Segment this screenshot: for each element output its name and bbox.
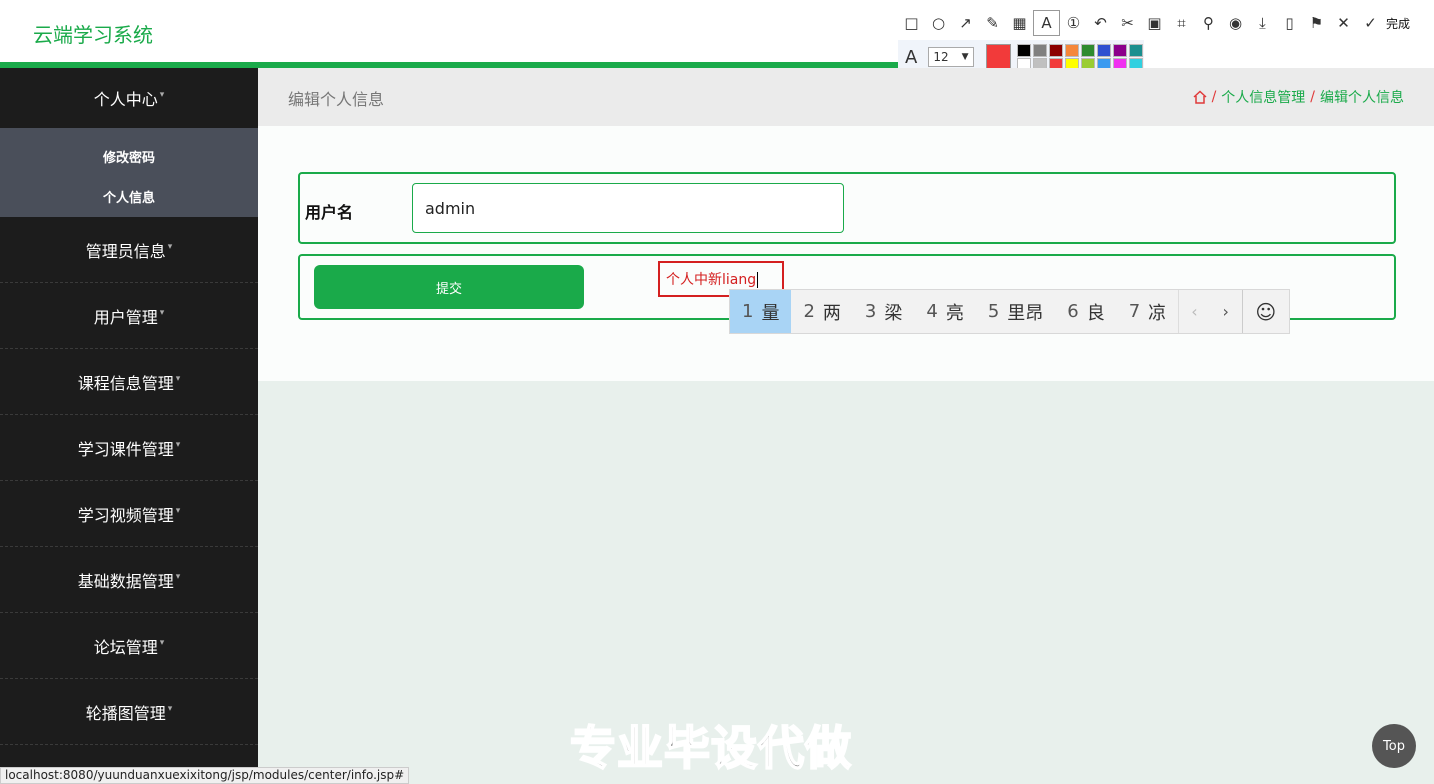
color-palette: [1017, 43, 1144, 71]
ime-candidate[interactable]: 1量: [730, 290, 792, 333]
ime-candidate[interactable]: 3梁: [853, 290, 914, 333]
ime-candidate[interactable]: 2两: [791, 290, 852, 333]
brand-title: 云端学习系统: [33, 23, 153, 47]
submenu-item-personal-info[interactable]: 个人信息: [0, 176, 258, 216]
mosaic-tool-icon[interactable]: ▦: [1006, 10, 1033, 36]
breadcrumb-item[interactable]: 个人信息管理: [1221, 87, 1305, 107]
sidebar-item-user-management[interactable]: 用户管理 ▾: [0, 283, 258, 349]
caret-icon: ▾: [175, 571, 181, 582]
color-swatch[interactable]: [1129, 43, 1143, 57]
record-icon[interactable]: ◉: [1222, 10, 1249, 36]
caret-icon: ▾: [175, 505, 181, 516]
ime-next-page-icon[interactable]: ›: [1210, 290, 1242, 333]
current-color-swatch[interactable]: [985, 44, 1011, 70]
breadcrumb-separator: /: [1211, 89, 1217, 105]
caret-icon: ▾: [167, 241, 173, 252]
pin-icon[interactable]: ⚲: [1195, 10, 1222, 36]
pen-tool-icon[interactable]: ✎: [979, 10, 1006, 36]
sidebar-item-admin-info[interactable]: 管理员信息 ▾: [0, 217, 258, 283]
color-swatch[interactable]: [1065, 43, 1079, 57]
cut-icon[interactable]: ✂: [1114, 10, 1141, 36]
font-size-select[interactable]: 12 ▼: [928, 47, 974, 67]
sidebar-item-carousel-management[interactable]: 轮播图管理 ▾: [0, 679, 258, 745]
scan-icon[interactable]: ⌗: [1168, 10, 1195, 36]
close-icon[interactable]: ✕: [1330, 10, 1357, 36]
submit-button[interactable]: 提交: [314, 265, 584, 309]
phone-icon[interactable]: ▯: [1276, 10, 1303, 36]
caret-icon: ▾: [159, 307, 165, 318]
sidebar-item-label: 个人中心: [93, 90, 158, 109]
font-icon: A: [905, 46, 918, 68]
ocr-icon[interactable]: ▣: [1141, 10, 1168, 36]
sidebar-item-label: 论坛管理: [93, 637, 158, 657]
color-swatch[interactable]: [1113, 43, 1127, 57]
submenu-item-change-password[interactable]: 修改密码: [0, 136, 258, 176]
number-tool-icon[interactable]: ①: [1060, 10, 1087, 36]
breadcrumb-separator: /: [1310, 89, 1315, 105]
download-icon[interactable]: ⤓: [1249, 10, 1276, 36]
undo-icon[interactable]: ↶: [1087, 10, 1114, 36]
sidebar-submenu: 修改密码 个人信息: [0, 128, 258, 217]
bookmark-icon[interactable]: ⚑: [1303, 10, 1330, 36]
sidebar-item-label: 管理员信息: [85, 241, 166, 261]
sidebar: 个人中心 ▾ 修改密码 个人信息 管理员信息 ▾ 用户管理 ▾ 课程信息管理 ▾ 学习课…: [0, 68, 258, 784]
sidebar-item-label: 学习课件管理: [77, 439, 174, 459]
username-label: 用户名: [305, 203, 354, 222]
annotation-text: 个人中新liang: [666, 272, 757, 288]
sidebar-item-label: 用户管理: [93, 307, 158, 327]
color-swatch[interactable]: [1017, 43, 1031, 57]
font-size-value: 12: [933, 50, 949, 64]
sidebar-item-label: 轮播图管理: [85, 703, 166, 723]
sidebar-item-label: 基础数据管理: [77, 571, 174, 591]
ime-prev-page-icon[interactable]: ‹: [1178, 290, 1210, 333]
sidebar-item-personal-center[interactable]: 个人中心 ▾: [0, 68, 258, 128]
breadcrumb: / 个人信息管理 / 编辑个人信息: [1193, 87, 1404, 107]
ime-candidate[interactable]: 7凉: [1117, 290, 1178, 333]
sidebar-item-forum-management[interactable]: 论坛管理 ▾: [0, 613, 258, 679]
caret-icon: ▾: [167, 703, 173, 714]
caret-icon: ▾: [159, 637, 165, 648]
color-swatch[interactable]: [1033, 43, 1047, 57]
page-title: 编辑个人信息: [288, 90, 385, 109]
home-icon[interactable]: [1193, 90, 1207, 104]
sidebar-item-course-management[interactable]: 课程信息管理 ▾: [0, 349, 258, 415]
color-swatch[interactable]: [1097, 43, 1111, 57]
text-tool-icon[interactable]: A: [1033, 10, 1060, 36]
ime-candidate[interactable]: 5 里昂: [976, 290, 1055, 333]
caret-icon: ▾: [159, 90, 165, 100]
sidebar-item-video-management[interactable]: 学习视频管理 ▾: [0, 481, 258, 547]
done-button[interactable]: 完成: [1386, 15, 1410, 32]
arrow-tool-icon[interactable]: ↗: [952, 10, 979, 36]
breadcrumb-bar: 编辑个人信息 / 个人信息管理 / 编辑个人信息: [258, 68, 1434, 126]
smiley-icon[interactable]: ☺: [1241, 290, 1290, 333]
text-cursor: [757, 272, 759, 288]
sidebar-item-courseware-management[interactable]: 学习课件管理 ▾: [0, 415, 258, 481]
color-swatch[interactable]: [1049, 43, 1063, 57]
ime-candidate[interactable]: 6良: [1055, 290, 1116, 333]
sidebar-item-label: 学习视频管理: [77, 505, 174, 525]
caret-icon: ▾: [175, 439, 181, 450]
username-input[interactable]: [412, 183, 844, 233]
color-swatch[interactable]: [1081, 43, 1095, 57]
back-to-top-button[interactable]: Top: [1372, 724, 1416, 768]
ime-candidate[interactable]: 4亮: [914, 290, 975, 333]
check-icon[interactable]: ✓: [1357, 10, 1384, 36]
sidebar-item-label: 课程信息管理: [77, 373, 174, 393]
ime-candidate-bar: 1量 2两 3梁 4亮 5 里昂 6良 7凉 ‹ › ☺: [729, 289, 1290, 334]
username-row: 用户名: [298, 172, 1396, 244]
breadcrumb-item[interactable]: 编辑个人信息: [1320, 87, 1404, 107]
status-bar-url: localhost:8080/yuunduanxuexixitong/jsp/m…: [0, 767, 410, 784]
caret-icon: ▾: [175, 373, 181, 384]
ellipse-tool-icon[interactable]: ○: [925, 10, 952, 36]
form-panel: 用户名 提交: [258, 126, 1434, 381]
rectangle-tool-icon[interactable]: □: [898, 10, 925, 36]
screenshot-toolbar: □ ○ ↗ ✎ ▦ A ① ↶ ✂ ▣ ⌗ ⚲ ◉ ⤓ ▯ ⚑ ✕ ✓ 完成 A…: [898, 4, 1434, 74]
watermark: 专业毕设代做: [569, 720, 852, 776]
sidebar-item-base-data-management[interactable]: 基础数据管理 ▾: [0, 547, 258, 613]
chevron-down-icon: ▼: [961, 52, 969, 62]
